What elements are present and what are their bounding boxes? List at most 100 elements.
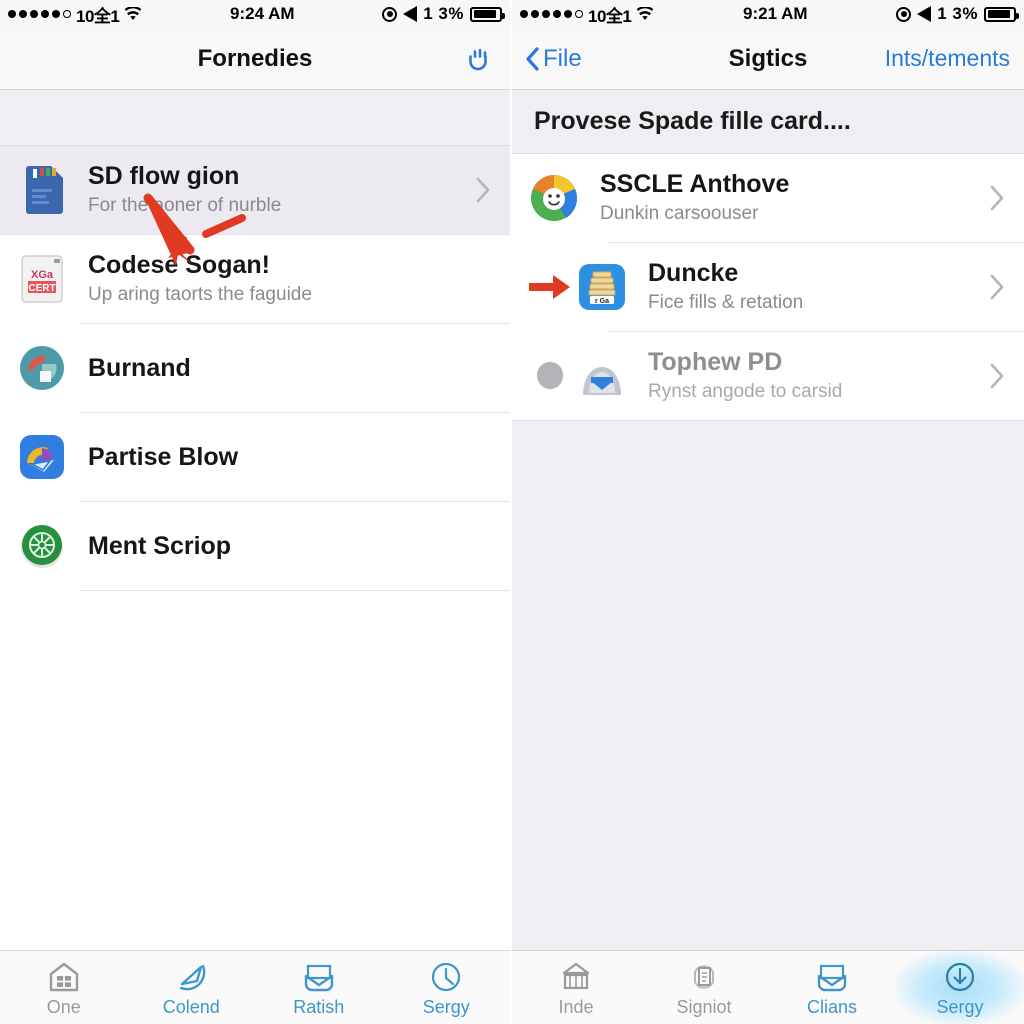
left-status-left: 10全1 [8, 2, 142, 27]
list-item-title: Duncke [648, 258, 739, 287]
right-status-bar: 10全1 9:21 AM 1 3% [512, 0, 1024, 28]
list-item-text: Duncke Fice fills & retation [648, 249, 974, 325]
list-item[interactable]: Tophew PD Rynst angode to carsid [512, 332, 1024, 420]
list-item-subtitle: Dunkin carsoouser [600, 202, 759, 224]
tab-inde[interactable]: Inde [512, 951, 640, 1024]
list-item-text: Partise Blow [88, 433, 460, 482]
tab-sergy[interactable]: Sergy [383, 951, 511, 1024]
chevron-right-icon [984, 273, 1010, 301]
tab-signiot[interactable]: Signiot [640, 951, 768, 1024]
list-item-text: SSCLE Anthove Dunkin carsoouser [600, 160, 974, 236]
tab-sergy[interactable]: Sergy [896, 951, 1024, 1024]
left-status-bar: 10全1 9:24 AM 1 3% [0, 0, 510, 28]
blue-file-stack-icon: r Ga [574, 261, 630, 313]
tab-label: Clians [806, 996, 858, 1017]
tab-one[interactable]: One [0, 951, 128, 1024]
nav-right-button[interactable]: Ints/tements [885, 45, 1010, 72]
right-tab-bar: Inde Signiot Clians Sergy [512, 950, 1024, 1024]
list-item-text: Ment Scriop [88, 522, 460, 571]
tab-label: Sergy [422, 996, 470, 1017]
tab-label: Sergy [936, 996, 984, 1017]
tab-label: Colend [162, 996, 220, 1017]
list-item-title: Codese Sogan! [88, 250, 270, 279]
list-item[interactable]: Partise Blow [0, 413, 510, 501]
left-section-header [0, 90, 510, 146]
carrier-label: 10全1 [588, 6, 632, 26]
left-status-right: 1 3% [382, 4, 505, 24]
list-item-title: Ment Scriop [88, 531, 232, 560]
svg-text:r Ga: r Ga [595, 298, 609, 305]
back-button-label: File [543, 44, 582, 72]
battery-icon [470, 6, 505, 22]
hand-palm-icon[interactable] [460, 41, 496, 77]
tab-label: Signiot [676, 996, 732, 1017]
list-item[interactable]: SD flow gion For the aoner of nurble [0, 146, 510, 234]
right-status-right: 1 3% [896, 4, 1019, 24]
gray-envelope-icon [574, 350, 630, 402]
right-empty-area [512, 420, 1024, 950]
list-item-title: SD flow gion [88, 161, 240, 190]
tab-colend[interactable]: Colend [128, 951, 256, 1024]
chevron-left-icon [526, 46, 540, 71]
list-item[interactable]: SSCLE Anthove Dunkin carsoouser [512, 154, 1024, 242]
list-item-subtitle: Fice fills & retation [648, 291, 804, 313]
green-wheel-icon [14, 520, 70, 572]
location-ring-icon [896, 6, 912, 22]
list-item-text: SD flow gion For the aoner of nurble [88, 152, 460, 228]
list-item-title: Tophew PD [648, 347, 783, 376]
left-page-title: Fornedies [197, 44, 313, 72]
list-item-title: SSCLE Anthove [600, 169, 790, 198]
back-button[interactable]: File [526, 45, 582, 73]
list-item[interactable]: Ment Scriop [0, 502, 510, 590]
list-item-subtitle: For the aoner of nurble [88, 194, 282, 216]
left-list: SD flow gion For the aoner of nurble XGa… [0, 146, 510, 591]
list-item-title: Burnand [88, 353, 191, 382]
svg-text:CERT: CERT [28, 283, 55, 294]
list-item[interactable]: XGa CERT Codese Sogan! Up aring taorts t… [0, 235, 510, 323]
list-item-title: Partise Blow [88, 442, 239, 471]
left-empty-area [0, 591, 510, 950]
right-list: SSCLE Anthove Dunkin carsoouser r Ga Dun… [512, 154, 1024, 420]
wifi-icon [124, 7, 142, 21]
list-item[interactable]: r Ga Duncke Fice fills & retation [512, 243, 1024, 331]
signal-strength-icon [520, 10, 583, 18]
left-phone-screen: 10全1 9:24 AM 1 3% Fornedies SD flow gion… [0, 0, 512, 1024]
colorful-ring-avatar-icon [526, 172, 582, 224]
battery-icon [984, 6, 1019, 22]
blue-rounded-square-icon [14, 431, 70, 483]
dual-phone-screenshot: 10全1 9:24 AM 1 3% Fornedies SD flow gion… [0, 0, 1024, 1024]
document-thumbnail-icon: XGa CERT [14, 253, 70, 305]
teal-circle-icon [14, 342, 70, 394]
list-item[interactable]: Burnand [0, 324, 510, 412]
list-item-text: Burnand [88, 344, 460, 393]
battery-percent-label: 1 3% [423, 4, 464, 23]
tab-clians[interactable]: Clians [768, 951, 896, 1024]
navigation-arrow-icon [917, 6, 932, 22]
carrier-label: 10全1 [76, 6, 120, 26]
battery-percent-label: 1 3% [937, 4, 978, 23]
gray-blob-marker [526, 359, 574, 393]
tab-label: Inde [558, 996, 594, 1017]
right-nav-bar: File Sigtics Ints/tements [512, 28, 1024, 90]
left-tab-bar: One Colend Ratish Sergy [0, 950, 510, 1024]
signal-strength-icon [8, 10, 71, 18]
list-item-subtitle: Rynst angode to carsid [648, 380, 843, 402]
navigation-arrow-icon [403, 6, 418, 22]
right-section-header: Provese Spade fille card.... [512, 90, 1024, 154]
right-clock: 9:21 AM [743, 4, 808, 23]
wifi-icon [636, 7, 654, 21]
chevron-right-icon [470, 176, 496, 204]
chevron-right-icon [984, 362, 1010, 390]
list-item-subtitle: Up aring taorts the faguide [88, 283, 312, 305]
right-status-left: 10全1 [520, 2, 654, 27]
tab-label: Ratish [293, 996, 345, 1017]
red-arrow-marker [526, 272, 574, 302]
tab-ratish[interactable]: Ratish [255, 951, 383, 1024]
sd-card-icon [14, 164, 70, 216]
svg-text:XGa: XGa [31, 269, 54, 281]
chevron-right-icon [984, 184, 1010, 212]
location-ring-icon [382, 6, 398, 22]
left-clock: 9:24 AM [230, 4, 295, 23]
left-nav-bar: Fornedies [0, 28, 510, 90]
list-item-text: Tophew PD Rynst angode to carsid [648, 338, 974, 414]
